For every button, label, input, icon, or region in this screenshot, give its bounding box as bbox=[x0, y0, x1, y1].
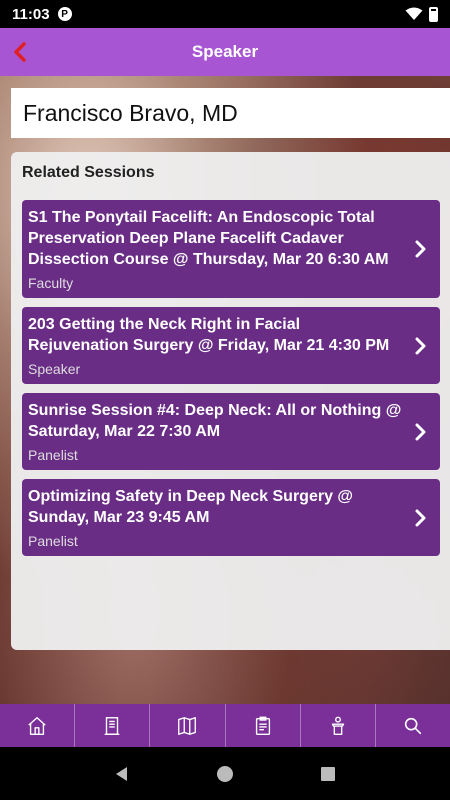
session-role: Panelist bbox=[28, 533, 78, 549]
speaker-name: Francisco Bravo, MD bbox=[23, 99, 238, 126]
session-role: Faculty bbox=[28, 275, 74, 291]
chevron-right-icon bbox=[415, 509, 426, 526]
nav-home[interactable] bbox=[0, 704, 76, 747]
home-circle-icon[interactable] bbox=[215, 764, 235, 784]
session-role: Speaker bbox=[28, 361, 81, 377]
battery-icon bbox=[429, 6, 438, 22]
recents-square-icon[interactable] bbox=[318, 764, 338, 784]
session-title: Sunrise Session #4: Deep Neck: All or No… bbox=[28, 402, 402, 440]
related-sessions-card: Related Sessions S1 The Ponytail Facelif… bbox=[11, 152, 450, 650]
session-item[interactable]: 203 Getting the Neck Right in Facial Rej… bbox=[22, 307, 440, 384]
search-icon bbox=[404, 717, 422, 734]
session-item[interactable]: Optimizing Safety in Deep Neck Surgery @… bbox=[22, 479, 440, 556]
home-icon bbox=[28, 716, 46, 735]
chevron-left-icon bbox=[14, 42, 26, 62]
chevron-right-icon bbox=[415, 423, 426, 440]
session-title: 203 Getting the Neck Right in Facial Rej… bbox=[28, 316, 390, 354]
nav-search[interactable] bbox=[376, 704, 450, 747]
bottom-navigation bbox=[0, 704, 450, 747]
status-time: 11:03 bbox=[12, 5, 50, 23]
wifi-icon bbox=[405, 7, 423, 20]
speaker-name-card: Francisco Bravo, MD bbox=[11, 88, 450, 138]
back-button[interactable] bbox=[12, 38, 38, 66]
session-item[interactable]: Sunrise Session #4: Deep Neck: All or No… bbox=[22, 393, 440, 470]
android-navigation-bar bbox=[0, 747, 450, 800]
session-item[interactable]: S1 The Ponytail Facelift: An Endoscopic … bbox=[22, 200, 440, 298]
session-title: Optimizing Safety in Deep Neck Surgery @… bbox=[28, 488, 354, 526]
nav-exhibitors[interactable] bbox=[75, 704, 151, 747]
nav-speakers[interactable] bbox=[301, 704, 376, 747]
chevron-right-icon bbox=[415, 240, 426, 258]
nav-map[interactable] bbox=[150, 704, 226, 747]
back-triangle-icon[interactable] bbox=[112, 764, 132, 784]
chevron-right-icon bbox=[415, 337, 426, 354]
nav-schedule[interactable] bbox=[226, 704, 301, 747]
speaker-podium-icon bbox=[331, 716, 344, 735]
status-bar: 11:03 P bbox=[0, 0, 450, 28]
schedule-icon bbox=[255, 716, 270, 735]
app-notification-icon: P bbox=[57, 7, 72, 21]
session-role: Panelist bbox=[28, 447, 78, 463]
building-icon bbox=[104, 716, 120, 735]
page-title: Speaker bbox=[191, 42, 259, 61]
session-title: S1 The Ponytail Facelift: An Endoscopic … bbox=[28, 209, 389, 268]
map-icon bbox=[178, 716, 197, 735]
app-header: Speaker bbox=[0, 28, 450, 76]
related-sessions-heading: Related Sessions bbox=[22, 164, 155, 181]
